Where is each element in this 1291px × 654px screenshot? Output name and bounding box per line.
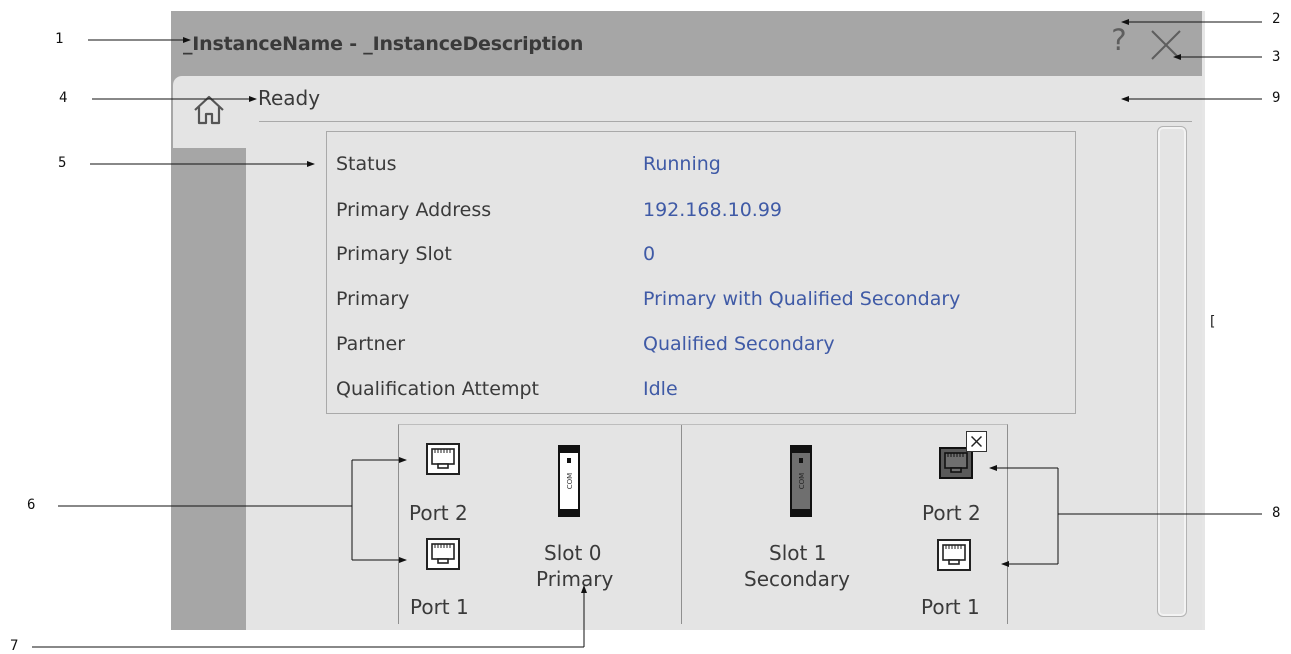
- callout-lines: [32, 19, 1262, 648]
- callout-number: 4: [59, 90, 68, 106]
- callout-number: 1: [55, 31, 64, 47]
- callout-number: 8: [1272, 505, 1281, 521]
- callout-number: 3: [1272, 49, 1281, 65]
- callout-number: 9: [1272, 90, 1281, 106]
- callout-number: 6: [27, 497, 36, 513]
- callout-number: 7: [10, 638, 19, 654]
- callout-number: 5: [58, 155, 67, 171]
- callout-number: 2: [1272, 11, 1281, 27]
